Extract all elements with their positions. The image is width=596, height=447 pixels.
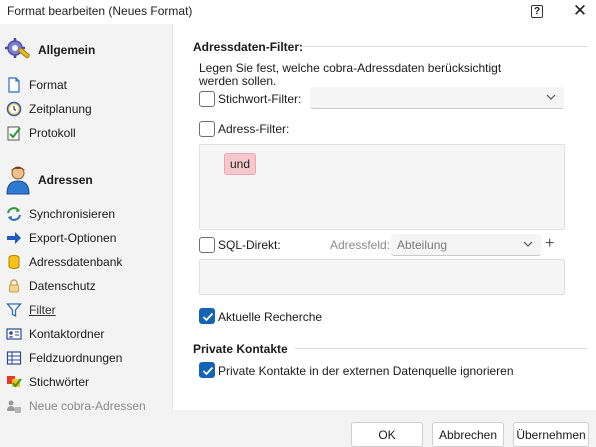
sql-query-editor[interactable] bbox=[199, 259, 565, 295]
ignore-private-contacts-checkbox[interactable] bbox=[199, 362, 215, 378]
sidebar-item-filter[interactable]: Filter bbox=[6, 300, 166, 320]
clock-icon bbox=[6, 101, 22, 117]
checkmark-icon bbox=[202, 312, 214, 322]
address-field-select[interactable]: Abteilung bbox=[391, 234, 541, 256]
sidebar-item-feldzuordnungen[interactable]: Feldzuordnungen bbox=[6, 348, 166, 368]
sidebar-item-zeitplanung[interactable]: Zeitplanung bbox=[6, 99, 166, 119]
sidebar-item-protokoll[interactable]: Protokoll bbox=[6, 123, 166, 143]
keyword-filter-select[interactable] bbox=[310, 87, 564, 109]
field-table-icon bbox=[6, 351, 22, 365]
sidebar-item-kontaktordner[interactable]: Kontaktordner bbox=[6, 324, 166, 344]
sidebar-item-stichwoerter[interactable]: Stichwörter bbox=[6, 372, 166, 392]
sidebar-item-synchronisieren[interactable]: Synchronisieren bbox=[6, 204, 166, 224]
group-divider bbox=[303, 46, 587, 47]
sidebar-item-label: Zeitplanung bbox=[29, 102, 92, 116]
sidebar-item-neue-cobra-adressen[interactable]: Neue cobra-Adressen bbox=[6, 396, 166, 416]
gear-wrench-icon bbox=[5, 38, 30, 59]
sidebar-item-label: Adressdatenbank bbox=[29, 255, 123, 269]
document-icon bbox=[8, 77, 20, 93]
ignore-private-contacts-label: Private Kontakte in der externen Datenqu… bbox=[218, 364, 514, 378]
filter-operator-tag[interactable]: und bbox=[224, 153, 257, 175]
chevron-down-icon bbox=[546, 94, 556, 100]
new-addresses-icon bbox=[7, 400, 21, 413]
sidebar-item-label: Filter bbox=[29, 303, 56, 317]
checkmark-icon bbox=[202, 366, 214, 376]
sidebar-item-label: Protokoll bbox=[29, 126, 76, 140]
sidebar-item-label: Datenschutz bbox=[29, 279, 96, 293]
ok-button[interactable]: OK bbox=[351, 422, 423, 447]
address-field-label: Adressfeld: bbox=[330, 238, 391, 252]
private-contacts-group-title: Private Kontakte bbox=[193, 342, 288, 356]
filter-icon bbox=[6, 303, 22, 318]
group-divider bbox=[295, 348, 587, 349]
sidebar-item-label: Format bbox=[29, 78, 68, 92]
address-filter-editor[interactable]: und bbox=[199, 144, 565, 230]
arrow-right-icon bbox=[7, 232, 21, 244]
sidebar-item-adressdatenbank[interactable]: Adressdatenbank bbox=[6, 252, 166, 272]
address-filter-label: Adress-Filter: bbox=[218, 122, 290, 136]
address-filter-group-title: Adressdaten-Filter: bbox=[193, 40, 304, 54]
sidebar-item-datenschutz[interactable]: Datenschutz bbox=[6, 276, 166, 296]
lock-icon bbox=[9, 279, 19, 293]
person-icon bbox=[6, 166, 30, 195]
address-field-value: Abteilung bbox=[397, 238, 448, 252]
sidebar-section-allgemein[interactable]: Allgemein bbox=[4, 34, 95, 66]
sql-direct-checkbox[interactable] bbox=[199, 237, 215, 253]
sql-direct-label: SQL-Direkt: bbox=[218, 238, 281, 252]
sidebar-item-label: Export-Optionen bbox=[29, 231, 117, 245]
sync-icon bbox=[7, 207, 21, 221]
title-bar: Format bearbeiten (Neues Format) ? ✕ bbox=[0, 0, 596, 24]
filter-description: Legen Sie fest, welche cobra-Adressdaten… bbox=[199, 61, 502, 88]
sidebar: Allgemein Format Zeitplanung Protokoll A… bbox=[0, 24, 172, 447]
dialog-window: Format bearbeiten (Neues Format) ? ✕ All… bbox=[0, 0, 596, 447]
sidebar-item-label: Neue cobra-Adressen bbox=[29, 399, 146, 413]
contact-card-icon bbox=[6, 328, 22, 340]
sidebar-item-label: Feldzuordnungen bbox=[29, 351, 123, 365]
sidebar-section-title: Adressen bbox=[38, 173, 93, 187]
address-filter-checkbox[interactable] bbox=[199, 121, 215, 137]
current-research-checkbox[interactable] bbox=[199, 308, 215, 324]
filter-settings-panel: Adressdaten-Filter: Legen Sie fest, welc… bbox=[172, 24, 596, 410]
dialog-footer: OK Abbrechen Übernehmen bbox=[172, 410, 596, 447]
keyword-filter-checkbox[interactable] bbox=[199, 91, 215, 107]
sidebar-item-label: Synchronisieren bbox=[29, 207, 116, 221]
close-button[interactable]: ✕ bbox=[572, 2, 588, 19]
sidebar-item-format[interactable]: Format bbox=[6, 75, 166, 95]
cancel-button[interactable]: Abbrechen bbox=[432, 422, 504, 447]
chevron-down-icon bbox=[523, 241, 533, 247]
sidebar-item-label: Kontaktordner bbox=[29, 327, 105, 341]
window-title: Format bearbeiten (Neues Format) bbox=[7, 4, 193, 18]
keyword-filter-label: Stichwort-Filter: bbox=[218, 92, 302, 106]
database-icon bbox=[8, 255, 20, 269]
sidebar-section-adressen[interactable]: Adressen bbox=[4, 164, 93, 196]
keywords-icon bbox=[7, 376, 22, 388]
sidebar-section-title: Allgemein bbox=[38, 43, 96, 57]
sidebar-item-export-optionen[interactable]: Export-Optionen bbox=[6, 228, 166, 248]
help-button[interactable]: ? bbox=[531, 5, 543, 18]
sidebar-item-label: Stichwörter bbox=[29, 375, 90, 389]
log-check-icon bbox=[7, 126, 21, 141]
add-field-button[interactable]: + bbox=[545, 235, 554, 253]
apply-button[interactable]: Übernehmen bbox=[513, 422, 589, 447]
current-research-label: Aktuelle Recherche bbox=[218, 310, 323, 324]
